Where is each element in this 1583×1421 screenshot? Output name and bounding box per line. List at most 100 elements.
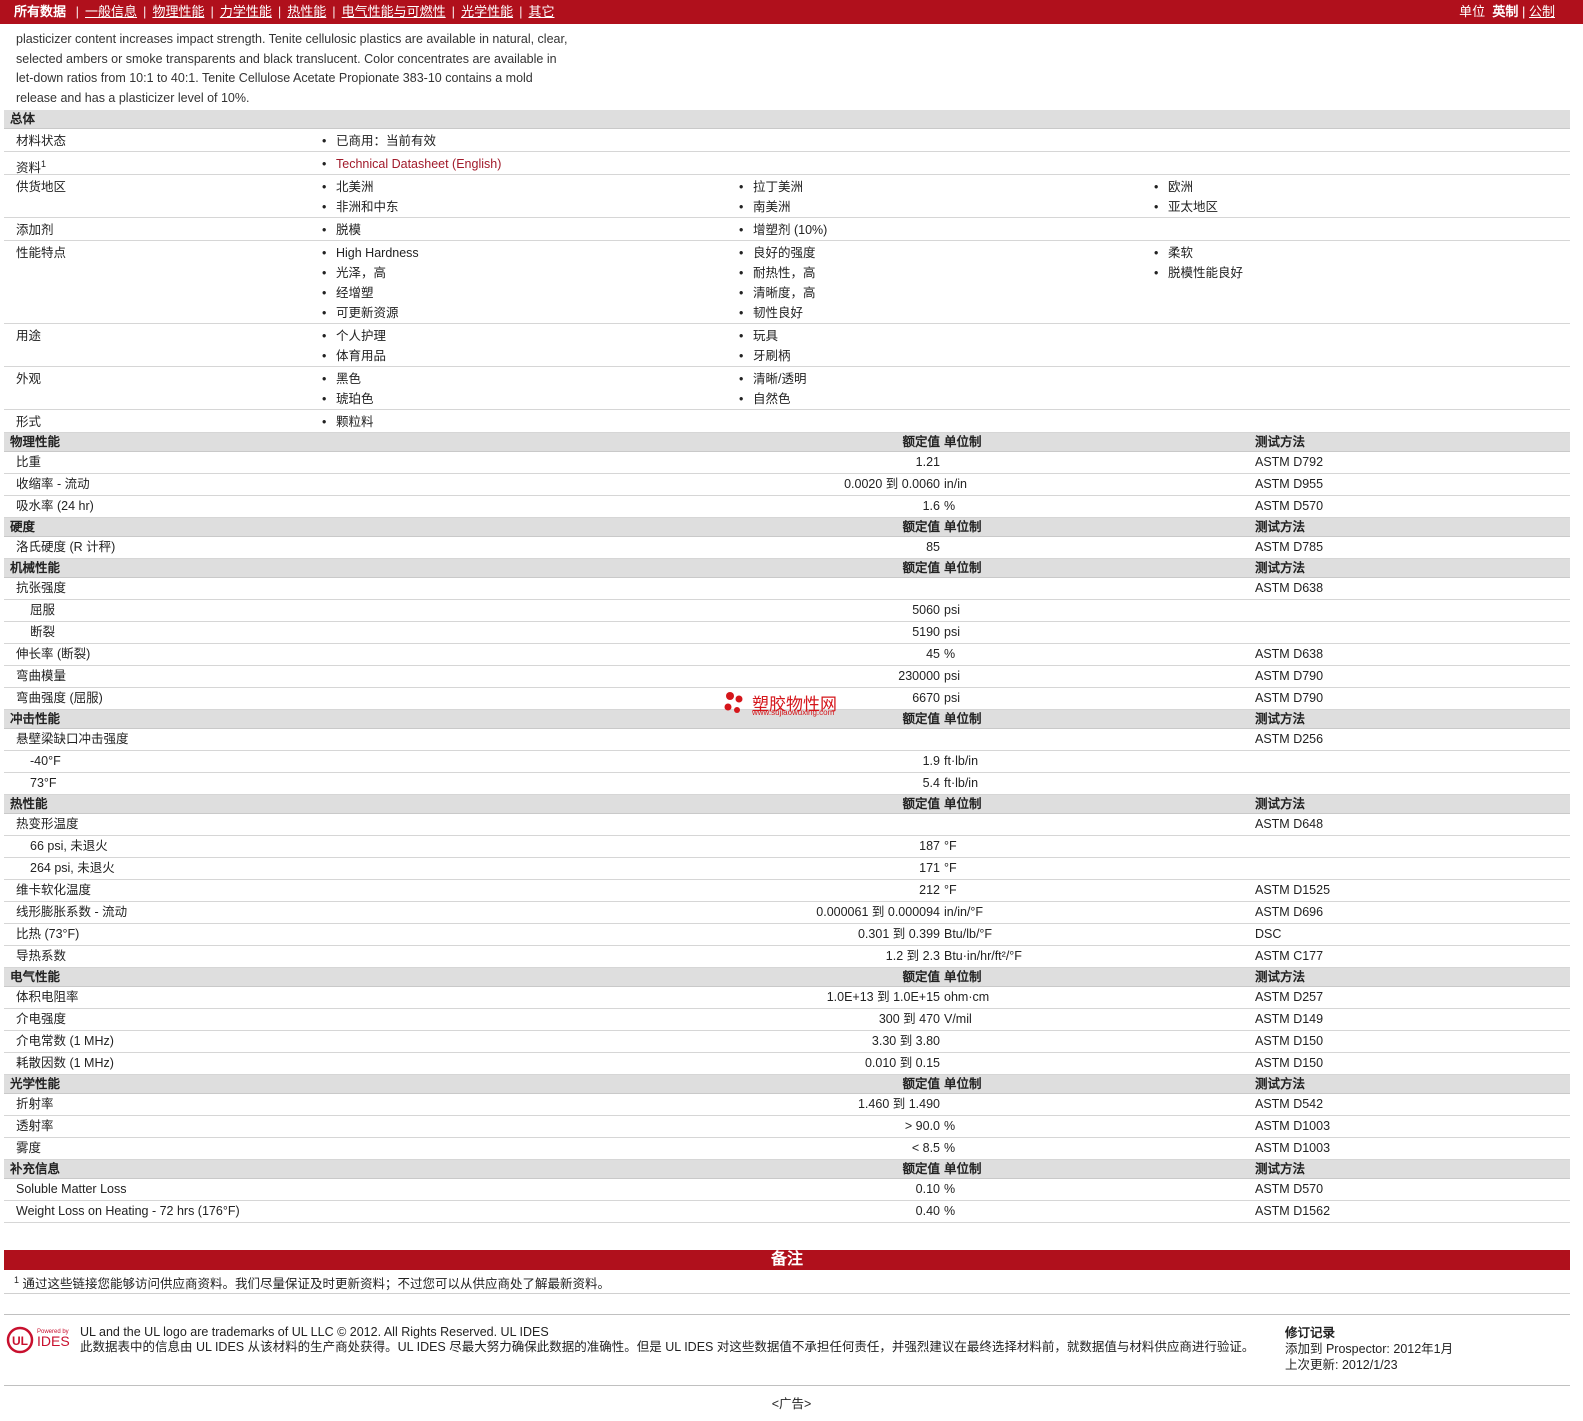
section-header: 电气性能 额定值 单位制 测试方法	[4, 968, 1570, 987]
property-value: 6670	[912, 691, 940, 705]
property-unit: %	[944, 1182, 956, 1196]
list-item: 颗粒料	[322, 412, 374, 432]
general-row: 性能特点 High Hardness光泽，高经增塑可更新资源 良好的强度耐热性，高清…	[4, 241, 1570, 324]
list-item: 增塑剂 (10%)	[739, 220, 827, 240]
header-nominal: 额定值	[902, 1162, 940, 1176]
datasheet-link[interactable]: Technical Datasheet (English)	[322, 154, 501, 174]
property-label: 屈服	[30, 603, 56, 617]
general-row-label: 性能特点	[16, 243, 66, 263]
section-header: 机械性能 额定值 单位制 测试方法	[4, 559, 1570, 578]
header-test-method: 测试方法	[1255, 1162, 1306, 1176]
footnote: 1 通过这些链接您能够访问供应商资料。我们尽量保证及时更新资料；不过您可以从供应…	[14, 1273, 610, 1292]
nav-separator: |	[451, 4, 456, 19]
property-unit: in/in	[944, 477, 967, 491]
header-unit: 单位制	[944, 797, 982, 811]
header-unit: 单位制	[944, 970, 982, 984]
property-value: 0.10	[915, 1182, 940, 1196]
general-col-2: 清晰/透明自然色	[739, 369, 806, 409]
section-title: 冲击性能	[10, 712, 61, 726]
property-unit: %	[944, 647, 956, 661]
property-label: 洛氏硬度 (R 计秤)	[16, 540, 116, 554]
tab-0[interactable]: 一般信息	[85, 4, 137, 19]
list-item: 拉丁美洲	[739, 177, 803, 197]
property-value: 1.2 到 2.3	[885, 949, 940, 963]
general-col-1: 个人护理体育用品	[322, 326, 386, 366]
section-header: 物理性能 额定值 单位制 测试方法	[4, 433, 1570, 452]
property-row: 热变形温度 ASTM D648	[4, 814, 1570, 836]
property-value: < 8.5	[911, 1141, 940, 1155]
property-unit: Btu·in/hr/ft²/°F	[944, 949, 1022, 963]
tab-4[interactable]: 电气性能与可燃性	[342, 4, 446, 19]
list-item: 已商用：当前有效	[322, 131, 436, 151]
general-row-label: 形式	[16, 412, 41, 432]
property-unit: psi	[944, 625, 960, 639]
test-method: ASTM D648	[1255, 817, 1324, 831]
test-method: ASTM D256	[1255, 732, 1324, 746]
general-row: 资料1 Technical Datasheet (English)	[4, 152, 1570, 175]
row-label: 材料状态	[16, 134, 67, 148]
tab-3[interactable]: 热性能	[287, 4, 326, 19]
property-unit: %	[944, 499, 956, 513]
list-item: 个人护理	[322, 326, 386, 346]
property-row: 导热系数 1.2 到 2.3 Btu·in/hr/ft²/°F ASTM C177	[4, 946, 1570, 968]
list-item: 脱模	[322, 220, 361, 240]
property-value: 1.0E+13 到 1.0E+15	[826, 990, 940, 1004]
section-title: 机械性能	[10, 561, 61, 575]
unit-imperial[interactable]: 英制	[1492, 4, 1518, 19]
property-unit: %	[944, 1141, 956, 1155]
list-item: 韧性良好	[739, 303, 816, 323]
list-item: 可更新资源	[322, 303, 419, 323]
tab-2[interactable]: 力学性能	[220, 4, 272, 19]
unit-metric[interactable]: 公制	[1529, 4, 1555, 19]
property-label: 导热系数	[16, 949, 67, 963]
section-tabs: 所有数据 | 一般信息 | 物理性能 | 力学性能 | 热性能 | 电气性能与可燃性 | 光学性能 | 其…	[14, 0, 554, 24]
property-label: 介电强度	[16, 1012, 67, 1026]
tab-5[interactable]: 光学性能	[461, 4, 513, 19]
property-label: 热变形温度	[16, 817, 79, 831]
list-item: 黑色	[322, 369, 374, 389]
header-unit: 单位制	[944, 520, 982, 534]
test-method: ASTM D150	[1255, 1034, 1324, 1048]
nav-separator: |	[75, 4, 80, 19]
property-row: 介电常数 (1 MHz) 3.30 到 3.80 ASTM D150	[4, 1031, 1570, 1053]
header-nominal: 额定值	[902, 712, 940, 726]
property-label: Soluble Matter Loss	[16, 1182, 127, 1196]
property-value: 0.010 到 0.15	[864, 1056, 940, 1070]
header-nominal: 额定值	[902, 561, 940, 575]
list-item: 耐热性，高	[739, 263, 816, 283]
general-row: 外观 黑色琥珀色 清晰/透明自然色	[4, 367, 1570, 410]
test-method: ASTM D149	[1255, 1012, 1324, 1026]
property-value: 5190	[912, 625, 940, 639]
row-label: 用途	[16, 329, 42, 343]
tab-all-data[interactable]: 所有数据	[14, 0, 66, 24]
property-row: 体积电阻率 1.0E+13 到 1.0E+15 ohm·cm ASTM D257	[4, 987, 1570, 1009]
section-title: 物理性能	[10, 435, 61, 449]
unit-switcher: 单位 英制 | 公制	[1459, 4, 1555, 19]
property-unit: Btu/lb/°F	[944, 927, 993, 941]
tab-1[interactable]: 物理性能	[152, 4, 204, 19]
property-label: 伸长率 (断裂)	[16, 647, 91, 661]
trademark-line: UL and the UL logo are trademarks of UL …	[80, 1325, 549, 1339]
row-label: 资料	[16, 161, 42, 176]
list-item: 体育用品	[322, 346, 386, 366]
test-method: ASTM D638	[1255, 647, 1324, 661]
property-value: 171	[919, 861, 940, 875]
property-row: 折射率 1.460 到 1.490 ASTM D542	[4, 1094, 1570, 1116]
header-unit: 单位制	[944, 435, 982, 449]
property-value: 300 到 470	[878, 1012, 940, 1026]
top-nav-bar: 所有数据 | 一般信息 | 物理性能 | 力学性能 | 热性能 | 电气性能与可燃性 | 光学性能 | 其…	[0, 0, 1583, 24]
property-value: 230000	[898, 669, 940, 683]
general-row: 形式 颗粒料	[4, 410, 1570, 433]
tab-6[interactable]: 其它	[528, 4, 554, 19]
nav-separator: |	[210, 4, 214, 19]
property-label: 介电常数 (1 MHz)	[16, 1034, 114, 1048]
property-unit: °F	[944, 883, 957, 897]
property-value: 1.21	[915, 455, 940, 469]
property-row: -40°F 1.9 ft·lb/in	[4, 751, 1570, 773]
property-row: 抗张强度 ASTM D638	[4, 578, 1570, 600]
test-method: ASTM D792	[1255, 455, 1324, 469]
revision-updated: 上次更新: 2012/1/23	[1285, 1358, 1398, 1372]
property-unit: psi	[944, 691, 960, 705]
property-row: Soluble Matter Loss 0.10% ASTM D570	[4, 1179, 1570, 1201]
header-unit: 单位制	[944, 561, 982, 575]
